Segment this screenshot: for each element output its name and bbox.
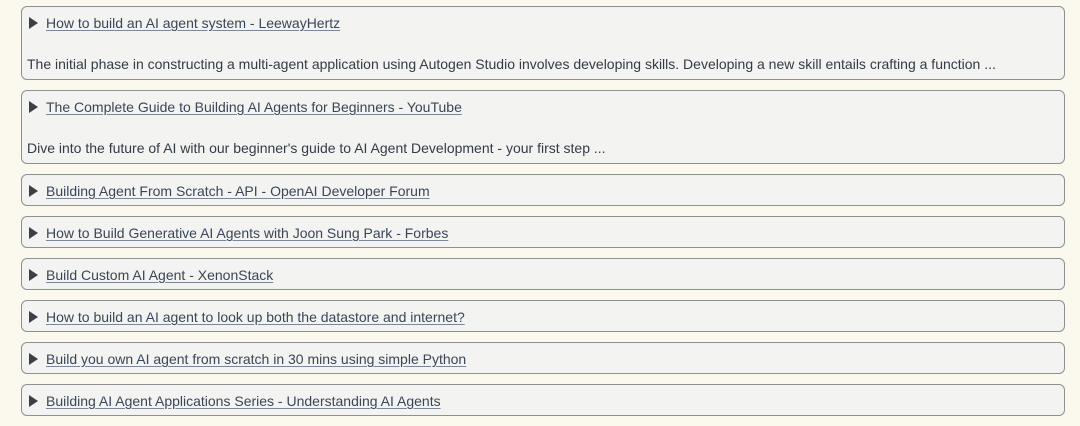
result-link[interactable]: How to Build Generative AI Agents with J…: [46, 225, 448, 241]
disclosure-triangle-icon[interactable]: [29, 227, 38, 239]
result-toggle[interactable]: The Complete Guide to Building AI Agents…: [28, 99, 462, 115]
result-toggle[interactable]: How to build an AI agent system - Leeway…: [28, 15, 340, 31]
result-item: How to build an AI agent system - Leeway…: [21, 6, 1065, 80]
result-toggle[interactable]: Building Agent From Scratch - API - Open…: [28, 183, 430, 199]
result-toggle[interactable]: How to Build Generative AI Agents with J…: [28, 225, 448, 241]
result-toggle[interactable]: Build Custom AI Agent - XenonStack: [28, 267, 273, 283]
result-item: How to build an AI agent to look up both…: [21, 300, 1065, 332]
disclosure-triangle-icon[interactable]: [29, 269, 38, 281]
disclosure-triangle-icon[interactable]: [29, 353, 38, 365]
result-item: Build you own AI agent from scratch in 3…: [21, 342, 1065, 374]
result-link[interactable]: Build you own AI agent from scratch in 3…: [46, 351, 466, 367]
result-link[interactable]: Building AI Agent Applications Series - …: [46, 393, 441, 409]
result-description: Dive into the future of AI with our begi…: [27, 140, 606, 156]
result-item: The Complete Guide to Building AI Agents…: [21, 90, 1065, 164]
disclosure-triangle-icon[interactable]: [29, 395, 38, 407]
disclosure-triangle-icon[interactable]: [29, 311, 38, 323]
result-link[interactable]: The Complete Guide to Building AI Agents…: [46, 99, 462, 115]
result-description: The initial phase in constructing a mult…: [27, 56, 996, 72]
result-toggle[interactable]: Build you own AI agent from scratch in 3…: [28, 351, 466, 367]
result-item: Building AI Agent Applications Series - …: [21, 384, 1065, 416]
search-results-list: How to build an AI agent system - Leeway…: [21, 6, 1065, 426]
result-link[interactable]: How to build an AI agent system - Leeway…: [46, 15, 340, 31]
result-toggle[interactable]: How to build an AI agent to look up both…: [28, 309, 465, 325]
result-item: Building Agent From Scratch - API - Open…: [21, 174, 1065, 206]
result-link[interactable]: How to build an AI agent to look up both…: [46, 309, 465, 325]
result-toggle[interactable]: Building AI Agent Applications Series - …: [28, 393, 441, 409]
disclosure-triangle-icon[interactable]: [29, 101, 38, 113]
disclosure-triangle-icon[interactable]: [29, 185, 38, 197]
result-item: How to Build Generative AI Agents with J…: [21, 216, 1065, 248]
result-item: Build Custom AI Agent - XenonStack: [21, 258, 1065, 290]
disclosure-triangle-icon[interactable]: [29, 17, 38, 29]
result-link[interactable]: Build Custom AI Agent - XenonStack: [46, 267, 273, 283]
result-link[interactable]: Building Agent From Scratch - API - Open…: [46, 183, 430, 199]
